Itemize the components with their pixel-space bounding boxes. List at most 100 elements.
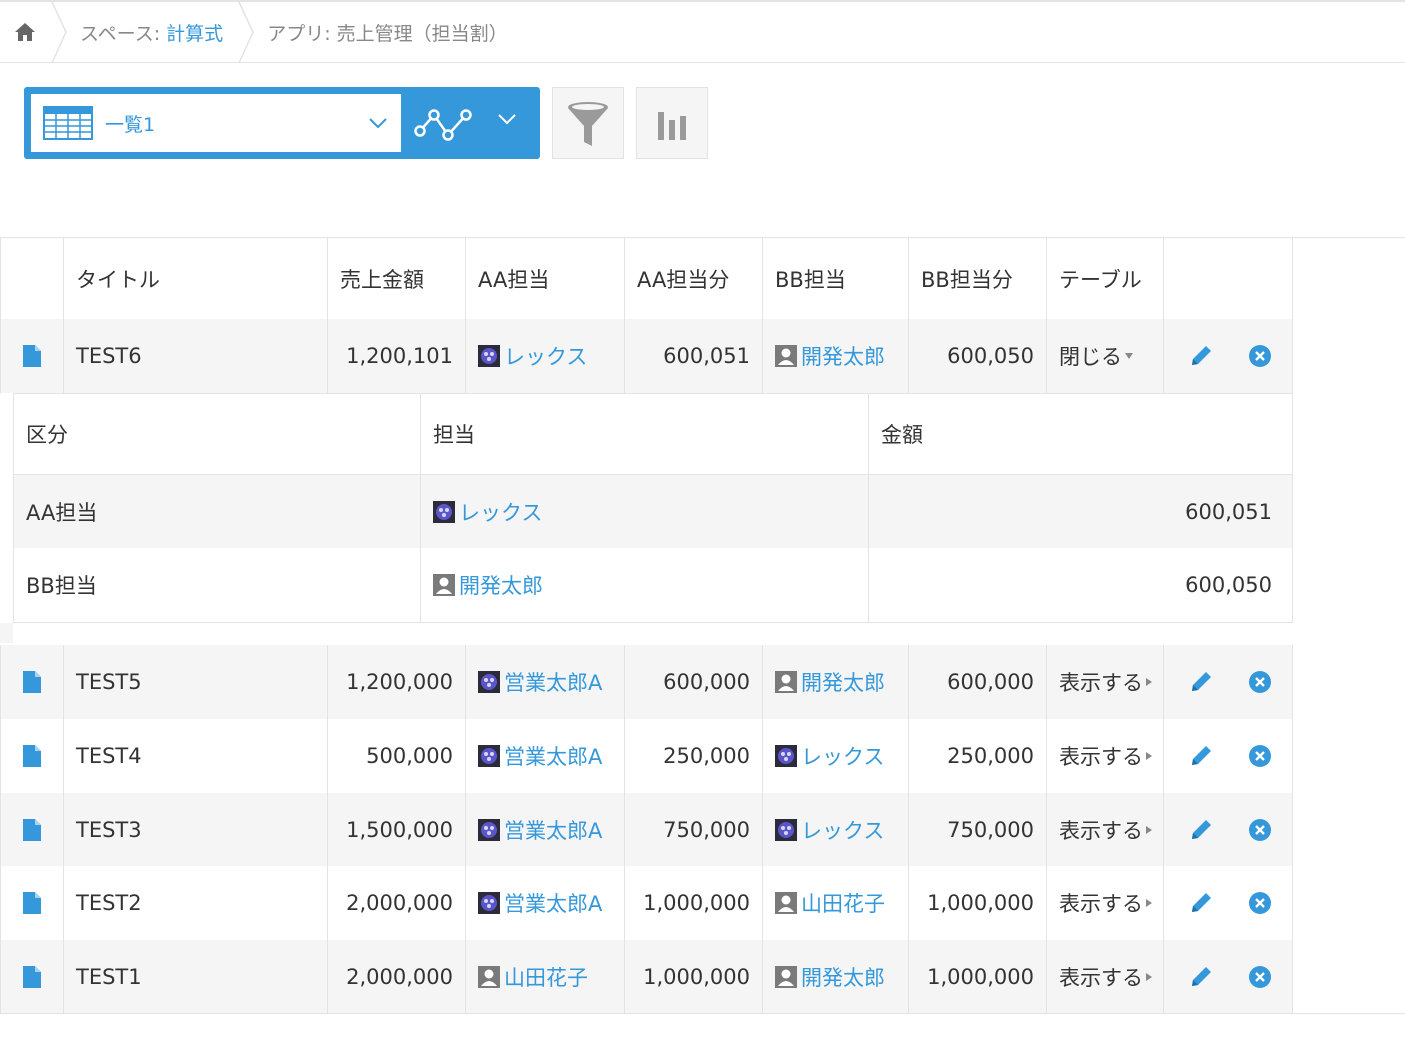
person-avatar-icon	[478, 966, 500, 988]
table-toggle-label[interactable]: 表示する	[1059, 888, 1143, 918]
table-toggle-label[interactable]: 表示する	[1059, 741, 1143, 771]
pencil-icon[interactable]	[1188, 669, 1214, 695]
breadcrumb-space-prefix: スペース:	[80, 22, 167, 45]
org-avatar-icon	[775, 745, 797, 767]
column-header[interactable]: AA担当分	[625, 238, 763, 319]
bb-user: 開発太郎	[763, 319, 909, 393]
user-name[interactable]: 山田花子	[504, 962, 588, 992]
column-header[interactable]: 売上金額	[328, 238, 466, 319]
record-detail-link[interactable]	[0, 940, 64, 1014]
user-link[interactable]: 営業太郎A	[478, 667, 602, 697]
user-name[interactable]: レックス	[504, 341, 587, 371]
caret-right-icon	[1146, 678, 1152, 686]
table-toggle[interactable]: 表示する	[1047, 866, 1164, 940]
subtable-kubun: BB担当	[14, 548, 421, 622]
column-header[interactable]: BB担当	[763, 238, 909, 319]
column-header[interactable]: タイトル	[64, 238, 328, 319]
org-avatar-icon	[433, 500, 455, 523]
graph-chevron-down-icon[interactable]	[497, 113, 517, 125]
breadcrumb-space[interactable]: スペース: 計算式	[68, 19, 237, 46]
graph-button[interactable]	[414, 101, 476, 145]
document-icon[interactable]	[22, 744, 42, 768]
user-link[interactable]: 営業太郎A	[478, 888, 602, 918]
user-link[interactable]: 開発太郎	[775, 667, 885, 697]
aa-user: 営業太郎A	[466, 645, 625, 719]
user-link[interactable]: レックス	[433, 497, 542, 527]
delete-icon[interactable]	[1248, 965, 1272, 989]
record-detail-link[interactable]	[0, 866, 64, 940]
row-actions	[1164, 866, 1293, 940]
pencil-icon[interactable]	[1188, 964, 1214, 990]
table-toggle-label[interactable]: 表示する	[1059, 962, 1143, 992]
user-link[interactable]: 開発太郎	[775, 962, 885, 992]
user-name[interactable]: 営業太郎A	[504, 888, 602, 918]
table-toggle[interactable]: 表示する	[1047, 719, 1164, 793]
column-header[interactable]: AA担当	[466, 238, 625, 319]
delete-icon[interactable]	[1248, 670, 1272, 694]
user-link[interactable]: 開発太郎	[775, 341, 885, 371]
table-toggle-label[interactable]: 表示する	[1059, 815, 1143, 845]
bb-share: 1,000,000	[909, 940, 1047, 1014]
pencil-icon[interactable]	[1188, 890, 1214, 916]
row-actions	[1164, 319, 1293, 393]
column-header[interactable]: テーブル	[1047, 238, 1164, 319]
table-row: TEST3 1,500,000 営業太郎A 750,000 レックス 750,000 表示す…	[0, 793, 1293, 867]
user-name[interactable]: 開発太郎	[801, 341, 885, 371]
user-link[interactable]: 山田花子	[775, 888, 885, 918]
user-name[interactable]: 開発太郎	[459, 570, 543, 600]
user-name[interactable]: 山田花子	[801, 888, 885, 918]
user-link[interactable]: 山田花子	[478, 962, 588, 992]
record-detail-link[interactable]	[0, 793, 64, 867]
graph-icon	[414, 109, 472, 141]
table-toggle[interactable]: 表示する	[1047, 793, 1164, 867]
bb-user: 開発太郎	[763, 645, 909, 719]
filter-button[interactable]	[552, 87, 624, 159]
pencil-icon[interactable]	[1188, 743, 1214, 769]
record-detail-link[interactable]	[0, 719, 64, 793]
user-link[interactable]: 開発太郎	[433, 570, 543, 600]
user-link[interactable]: レックス	[478, 341, 587, 371]
user-link[interactable]: 営業太郎A	[478, 815, 602, 845]
pencil-icon[interactable]	[1188, 817, 1214, 843]
aa-user: 山田花子	[466, 940, 625, 1014]
delete-icon[interactable]	[1248, 818, 1272, 842]
table-view-icon	[43, 106, 93, 140]
user-link[interactable]: 営業太郎A	[478, 741, 602, 771]
breadcrumb-separator	[238, 1, 255, 63]
record-detail-link[interactable]	[0, 645, 64, 719]
subtable-user: レックス	[421, 475, 869, 548]
table-toggle[interactable]: 表示する	[1047, 940, 1164, 1014]
user-name[interactable]: レックス	[801, 815, 884, 845]
user-name[interactable]: 営業太郎A	[504, 667, 602, 697]
record-detail-link[interactable]	[0, 319, 64, 393]
user-name[interactable]: 営業太郎A	[504, 815, 602, 845]
table-toggle[interactable]: 表示する	[1047, 645, 1164, 719]
chart-button[interactable]	[636, 87, 708, 159]
user-name[interactable]: 営業太郎A	[504, 741, 602, 771]
breadcrumb-space-link[interactable]: 計算式	[166, 23, 223, 45]
view-selector[interactable]: 一覧1	[31, 94, 401, 152]
user-name[interactable]: レックス	[801, 741, 884, 771]
user-link[interactable]: レックス	[775, 815, 884, 845]
delete-icon[interactable]	[1248, 891, 1272, 915]
row-actions	[1164, 940, 1293, 1014]
org-avatar-icon	[775, 819, 797, 841]
list-bottom-border	[0, 1013, 1405, 1014]
document-icon[interactable]	[22, 818, 42, 842]
user-name[interactable]: 開発太郎	[801, 667, 885, 697]
document-icon[interactable]	[22, 670, 42, 694]
delete-icon[interactable]	[1248, 744, 1272, 768]
home-button[interactable]	[0, 2, 50, 63]
user-name[interactable]: レックス	[459, 497, 542, 527]
table-toggle-label[interactable]: 閉じる	[1059, 341, 1122, 371]
document-icon[interactable]	[22, 965, 42, 989]
user-link[interactable]: レックス	[775, 741, 884, 771]
column-header[interactable]: BB担当分	[909, 238, 1047, 319]
table-toggle[interactable]: 閉じる	[1047, 319, 1164, 393]
delete-icon[interactable]	[1248, 344, 1272, 368]
document-icon[interactable]	[22, 891, 42, 915]
pencil-icon[interactable]	[1188, 343, 1214, 369]
document-icon[interactable]	[22, 344, 42, 368]
user-name[interactable]: 開発太郎	[801, 962, 885, 992]
table-toggle-label[interactable]: 表示する	[1059, 667, 1143, 697]
